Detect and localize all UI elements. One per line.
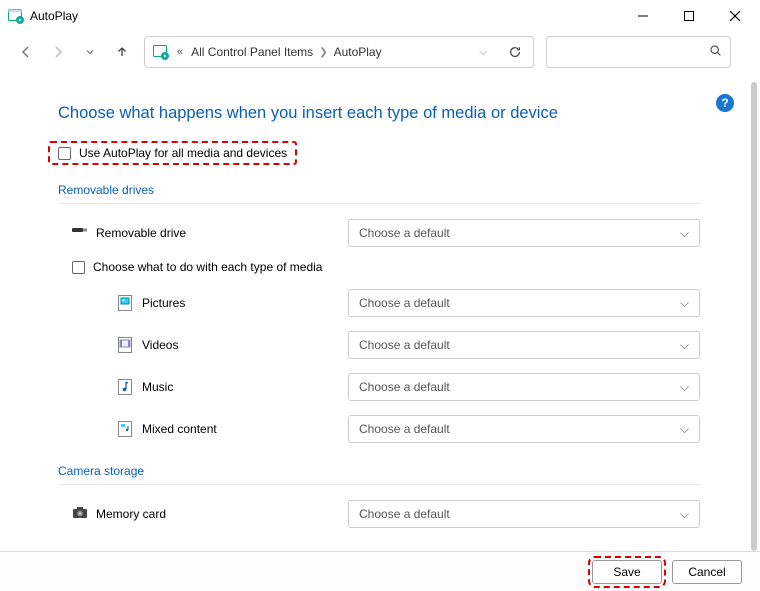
- search-box[interactable]: [546, 36, 731, 68]
- use-autoplay-checkbox[interactable]: [58, 147, 71, 160]
- mixed-content-label: Mixed content: [142, 422, 217, 436]
- videos-select[interactable]: Choose a default ⌵: [348, 331, 700, 359]
- music-label: Music: [142, 380, 173, 394]
- videos-label: Videos: [142, 338, 178, 352]
- search-icon: [709, 44, 722, 60]
- row-music: Music Choose a default ⌵: [58, 372, 702, 402]
- row-removable-drive: Removable drive Choose a default ⌵: [58, 218, 702, 248]
- memory-card-label: Memory card: [96, 507, 166, 521]
- forward-button[interactable]: [48, 42, 68, 62]
- camera-icon: [72, 506, 88, 522]
- autoplay-app-icon: [8, 8, 24, 24]
- window-title: AutoPlay: [30, 9, 78, 23]
- breadcrumb: All Control Panel Items ❯ AutoPlay: [191, 45, 471, 59]
- content-area: Choose what happens when you insert each…: [0, 82, 760, 551]
- minimize-button[interactable]: [620, 0, 666, 32]
- recent-locations-button[interactable]: [80, 42, 100, 62]
- autoplay-location-icon: [153, 44, 169, 60]
- memory-card-select[interactable]: Choose a default ⌵: [348, 500, 700, 528]
- removable-drive-select[interactable]: Choose a default ⌵: [348, 219, 700, 247]
- row-memory-card: Memory card Choose a default ⌵: [58, 499, 702, 529]
- navigation-bar: « All Control Panel Items ❯ AutoPlay ⌵: [0, 32, 760, 72]
- cancel-button[interactable]: Cancel: [672, 560, 742, 584]
- music-select[interactable]: Choose a default ⌵: [348, 373, 700, 401]
- mixed-content-icon: [118, 421, 134, 437]
- breadcrumb-overflow-icon[interactable]: «: [177, 46, 183, 58]
- chevron-right-icon[interactable]: ❯: [319, 47, 327, 58]
- usb-drive-icon: [72, 225, 88, 241]
- address-dropdown-icon[interactable]: ⌵: [479, 47, 487, 58]
- chevron-down-icon: ⌵: [680, 422, 689, 437]
- vertical-scrollbar[interactable]: [751, 82, 757, 551]
- removable-drive-label: Removable drive: [96, 226, 186, 240]
- address-bar[interactable]: « All Control Panel Items ❯ AutoPlay ⌵: [144, 36, 534, 68]
- page-heading: Choose what happens when you insert each…: [58, 104, 702, 123]
- choose-each-type-checkbox[interactable]: [72, 261, 85, 274]
- videos-icon: [118, 337, 134, 353]
- mixed-content-select[interactable]: Choose a default ⌵: [348, 415, 700, 443]
- chevron-down-icon: ⌵: [680, 226, 689, 241]
- pictures-label: Pictures: [142, 296, 185, 310]
- close-button[interactable]: [712, 0, 758, 32]
- footer-bar: Save Cancel: [0, 551, 760, 591]
- choose-each-type-row[interactable]: Choose what to do with each type of medi…: [58, 260, 702, 274]
- titlebar: AutoPlay: [0, 0, 760, 32]
- refresh-button[interactable]: [505, 42, 525, 62]
- use-autoplay-label: Use AutoPlay for all media and devices: [79, 146, 287, 160]
- pictures-select[interactable]: Choose a default ⌵: [348, 289, 700, 317]
- save-button[interactable]: Save: [592, 560, 662, 584]
- music-icon: [118, 379, 134, 395]
- chevron-down-icon: ⌵: [680, 296, 689, 311]
- pictures-icon: [118, 295, 134, 311]
- row-pictures: Pictures Choose a default ⌵: [58, 288, 702, 318]
- chevron-down-icon: ⌵: [680, 507, 689, 522]
- up-button[interactable]: [112, 42, 132, 62]
- choose-each-type-label: Choose what to do with each type of medi…: [93, 260, 322, 274]
- control-panel-window: AutoPlay « All C: [0, 0, 760, 591]
- chevron-down-icon: ⌵: [680, 380, 689, 395]
- chevron-down-icon: ⌵: [680, 338, 689, 353]
- breadcrumb-seg-2[interactable]: AutoPlay: [334, 45, 382, 59]
- row-mixed-content: Mixed content Choose a default ⌵: [58, 414, 702, 444]
- section-removable-drives: Removable drives: [58, 183, 702, 204]
- row-videos: Videos Choose a default ⌵: [58, 330, 702, 360]
- maximize-button[interactable]: [666, 0, 712, 32]
- breadcrumb-seg-1[interactable]: All Control Panel Items: [191, 45, 313, 59]
- section-camera-storage: Camera storage: [58, 464, 702, 485]
- use-autoplay-checkbox-row[interactable]: Use AutoPlay for all media and devices: [48, 141, 297, 165]
- back-button[interactable]: [16, 42, 36, 62]
